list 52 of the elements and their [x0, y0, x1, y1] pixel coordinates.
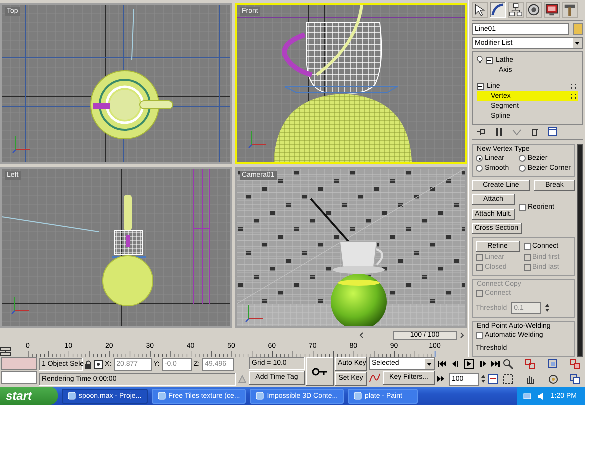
magnifier-icon[interactable] [503, 358, 514, 370]
previous-frame-icon[interactable] [450, 359, 460, 369]
object-color-swatch[interactable] [573, 23, 583, 35]
key-icon [312, 368, 328, 376]
show-end-result-icon[interactable] [494, 127, 504, 137]
script-input-field[interactable] [1, 357, 37, 370]
lightbulb-icon[interactable] [477, 56, 483, 64]
spinner-icon[interactable] [481, 374, 486, 384]
volume-icon[interactable] [536, 392, 546, 400]
script-output-field[interactable] [1, 371, 37, 384]
sub-object-dots-icon [570, 82, 578, 90]
start-button[interactable]: start [0, 387, 58, 405]
arrow-cursor-icon[interactable] [473, 3, 487, 17]
app-window-icon [158, 392, 166, 400]
skip-to-start-icon[interactable] [437, 359, 447, 369]
current-frame-marker-icon[interactable] [433, 351, 438, 357]
play-icon[interactable] [464, 359, 474, 369]
monitor-icon[interactable] [545, 3, 559, 17]
time-configuration-icon[interactable] [488, 374, 498, 384]
region-zoom-icon[interactable] [503, 374, 514, 384]
zoom-extents-all-icon[interactable] [570, 358, 581, 370]
app-window-icon [256, 392, 264, 400]
hierarchy-icon[interactable] [509, 3, 523, 17]
hammer-icon[interactable] [563, 3, 577, 17]
key-mode-icon[interactable] [437, 374, 447, 384]
chevron-right-icon[interactable] [459, 330, 465, 340]
absolute-mode-icon[interactable] [94, 360, 103, 368]
zoom-all-icon[interactable] [525, 358, 536, 370]
skip-to-end-icon[interactable] [491, 359, 501, 369]
pin-icon[interactable] [476, 127, 486, 137]
collapse-box-icon[interactable] [477, 82, 484, 90]
app-window-icon [354, 392, 362, 400]
collapse-box-icon[interactable] [486, 56, 493, 64]
network-icon[interactable] [522, 392, 532, 400]
scrollbar[interactable] [577, 144, 583, 357]
key-mode-toggle-icon[interactable] [238, 374, 247, 384]
maximize-viewport-icon[interactable] [570, 374, 581, 384]
trash-icon[interactable] [530, 127, 540, 137]
curve-icon[interactable] [491, 3, 505, 17]
lock-icon[interactable] [85, 360, 92, 368]
zoom-extents-icon[interactable] [548, 358, 559, 370]
orbit-icon[interactable] [548, 374, 559, 384]
chevron-left-icon[interactable] [359, 330, 365, 340]
track-bar-toggle-icon[interactable] [0, 347, 12, 357]
curve-editor-icon[interactable] [369, 372, 381, 384]
sub-object-dots-icon [570, 92, 578, 100]
circle-icon[interactable] [527, 3, 541, 17]
configure-sets-icon[interactable] [548, 127, 558, 137]
next-frame-icon[interactable] [478, 359, 488, 369]
app-window-icon [68, 392, 76, 400]
hand-icon[interactable] [525, 374, 536, 384]
set-key-mode-button[interactable] [306, 357, 334, 386]
